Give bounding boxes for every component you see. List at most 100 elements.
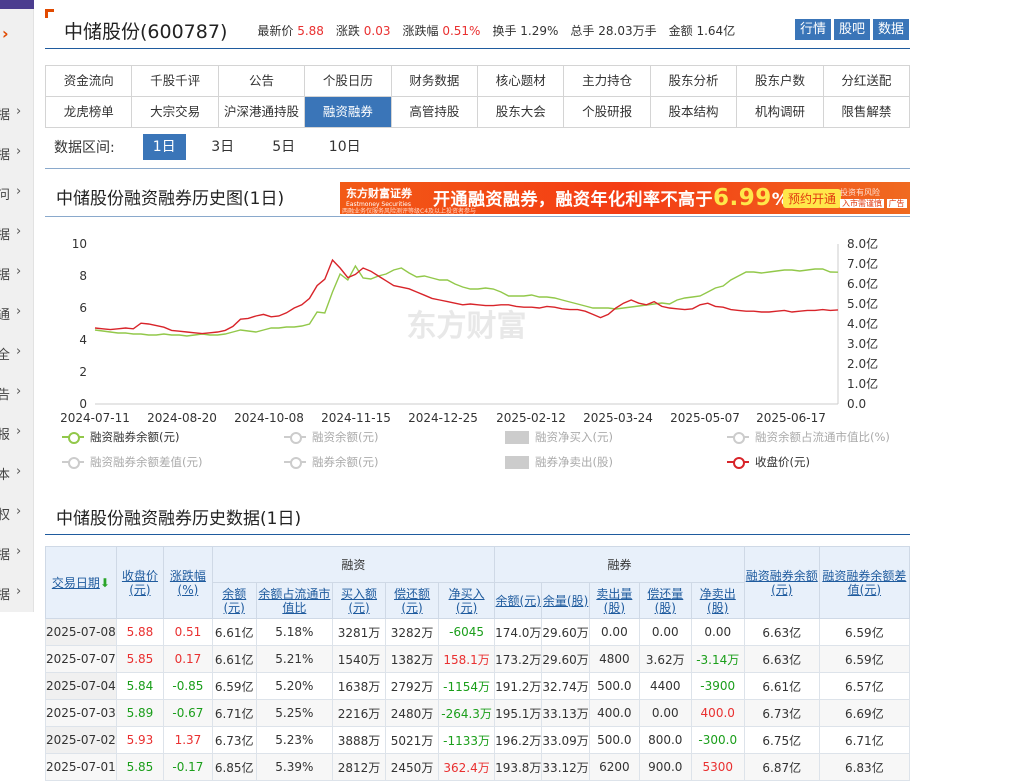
legend-item[interactable]: 融资融券余额(元) <box>62 429 179 445</box>
sidebar-item[interactable]: 据 › <box>0 224 34 243</box>
nav-item[interactable]: 融资融券 <box>305 97 392 128</box>
cell-diff: 6.57亿 <box>818 672 911 700</box>
ad-headline: 开通融资融券，融资年化利率不高于6.99%！ <box>433 185 806 211</box>
ad-cta-button[interactable]: 预约开通 <box>783 189 842 208</box>
cell-fin-balance: 6.59亿 <box>211 672 257 700</box>
quote-button[interactable]: 行情 <box>795 19 832 40</box>
sidebar-item-label: 据 <box>0 268 10 283</box>
th-fin-buy[interactable]: 买入额(元) <box>331 582 387 619</box>
cell-fin-buy: 2812万 <box>331 753 387 781</box>
nav-item[interactable]: 股本结构 <box>650 97 738 128</box>
legend-label: 融资融券余额(元) <box>90 430 180 444</box>
nav-item[interactable]: 股东分析 <box>650 66 738 97</box>
stock-header: 中储股份(600787) 最新价 5.88 涨跌 0.03 涨跌幅 0.51% … <box>64 17 747 44</box>
nav-item[interactable]: 大宗交易 <box>132 97 219 128</box>
nav-item[interactable]: 高管持股 <box>391 97 479 128</box>
th-sl-repay[interactable]: 偿还量(股) <box>638 582 692 619</box>
y-right-tick-label: 5.0亿 <box>847 296 878 311</box>
legend-item[interactable]: 融资余额占流通市值比(%) <box>727 429 890 445</box>
legend-marker-icon <box>62 431 84 444</box>
nav-item[interactable]: 个股研报 <box>564 97 651 128</box>
cell-sl-repay: 800.0 <box>638 726 692 754</box>
nav-item[interactable]: 财务数据 <box>391 66 479 97</box>
nav-item[interactable]: 公告 <box>218 66 306 97</box>
legend-item[interactable]: 融资余额(元) <box>284 429 378 445</box>
nav-item[interactable]: 股东大会 <box>478 97 565 128</box>
nav-item[interactable]: 主力持仓 <box>564 66 651 97</box>
cell-fin-buy: 2216万 <box>331 699 387 727</box>
nav-item[interactable]: 沪深港通持股 <box>218 97 306 128</box>
y-left-tick-label: 2 <box>79 365 87 379</box>
guba-button[interactable]: 股吧 <box>834 19 871 40</box>
legend-label: 融资净买入(元) <box>535 430 613 444</box>
nav-item[interactable]: 龙虎榜单 <box>46 97 133 128</box>
legend-item[interactable]: 融券余额(元) <box>284 454 378 470</box>
th-sl-net[interactable]: 净卖出(股) <box>690 582 745 619</box>
data-button[interactable]: 数据 <box>873 19 910 40</box>
sidebar-item[interactable]: 通 › <box>0 304 34 323</box>
legend-item[interactable]: 收盘价(元) <box>727 454 810 470</box>
nav-item[interactable]: 限售解禁 <box>823 97 911 128</box>
sidebar-item[interactable]: 本 › <box>0 464 34 483</box>
y-right-tick-label: 2.0亿 <box>847 356 878 371</box>
nav-item[interactable]: 机构调研 <box>737 97 824 128</box>
th-pct[interactable]: 涨跌幅(%) <box>163 546 213 619</box>
legend-item[interactable]: 融券净卖出(股) <box>505 454 613 470</box>
nav-item[interactable]: 资金流向 <box>46 66 133 97</box>
th-fin-ratio[interactable]: 余额占流通市值比 <box>255 582 333 619</box>
th-close[interactable]: 收盘价(元) <box>115 546 165 619</box>
sidebar-item[interactable]: 权 › <box>0 504 34 523</box>
th-fin-net[interactable]: 净买入(元) <box>438 582 496 619</box>
sidebar-item[interactable]: 据 › <box>0 264 34 283</box>
th-group-lending: 融券 <box>494 546 745 583</box>
cell-sl-amount: 193.8万 <box>494 753 543 781</box>
sidebar-item-label: 报 <box>0 428 10 443</box>
sidebar-item[interactable]: 告 › <box>0 384 34 403</box>
legend-item[interactable]: 融资融券余额差值(元) <box>62 454 202 470</box>
th-sl-amount[interactable]: 余额(元) <box>494 582 543 619</box>
th-diff[interactable]: 融资融券余额差值(元) <box>818 546 911 619</box>
sidebar-item[interactable]: 据 › <box>0 544 34 563</box>
th-date[interactable]: 交易日期⬇ <box>45 546 117 619</box>
th-total[interactable]: 融资融券余额(元) <box>743 546 820 619</box>
chevron-right-icon: › <box>16 504 22 519</box>
legend-label: 收盘价(元) <box>755 455 810 469</box>
sidebar-item[interactable]: 据 › <box>0 144 34 163</box>
cell-fin-buy: 3888万 <box>331 726 387 754</box>
nav-item[interactable]: 股东户数 <box>737 66 824 97</box>
stock-name[interactable]: 中储股份(600787) <box>64 17 227 44</box>
sidebar-item[interactable]: 全 › <box>0 344 34 363</box>
price-change-pct: 涨跌幅 0.51% <box>402 23 481 38</box>
sidebar-item[interactable]: 报 › <box>0 424 34 443</box>
cell-sl-sell: 500.0 <box>588 726 640 754</box>
cell-sl-volume: 33.13万 <box>541 699 590 727</box>
legend-item[interactable]: 融资净买入(元) <box>505 429 613 445</box>
ad-banner[interactable]: 东方财富证券 Eastmoney Securities 两融业务仅服务风险测评等级… <box>340 182 910 214</box>
nav-item[interactable]: 分红送配 <box>823 66 911 97</box>
cell-diff: 6.59亿 <box>818 645 911 673</box>
range-option[interactable]: 1日 <box>142 134 186 160</box>
cell-sl-sell: 0.00 <box>588 618 640 646</box>
range-option[interactable]: 5日 <box>260 134 308 160</box>
sidebar-item[interactable]: 问 › <box>0 184 34 203</box>
range-option[interactable]: 3日 <box>199 134 247 160</box>
sidebar-expand-arrow-icon[interactable]: › <box>2 24 9 43</box>
th-sl-sell[interactable]: 卖出量(股) <box>588 582 640 619</box>
cell-fin-ratio: 5.21% <box>255 645 333 673</box>
th-fin-balance[interactable]: 余额(元) <box>211 582 257 619</box>
range-option[interactable]: 10日 <box>321 134 369 160</box>
cell-sl-repay: 4400 <box>638 672 692 700</box>
table-section-title: 中储股份融资融券历史数据(1日) <box>56 509 302 529</box>
cell-total: 6.61亿 <box>743 672 820 700</box>
cell-fin-balance: 6.71亿 <box>211 699 257 727</box>
cell-sl-sell: 500.0 <box>588 672 640 700</box>
th-fin-repay[interactable]: 偿还额(元) <box>385 582 440 619</box>
sidebar-item[interactable]: 据 › <box>0 584 34 603</box>
cell-fin-repay: 3282万 <box>385 618 440 646</box>
cell-fin-net: -264.3万 <box>438 699 496 727</box>
nav-item[interactable]: 核心题材 <box>478 66 565 97</box>
nav-item[interactable]: 千股千评 <box>132 66 219 97</box>
sidebar-item[interactable]: 据 › <box>0 104 34 123</box>
th-sl-volume[interactable]: 余量(股) <box>541 582 590 619</box>
nav-item[interactable]: 个股日历 <box>305 66 392 97</box>
